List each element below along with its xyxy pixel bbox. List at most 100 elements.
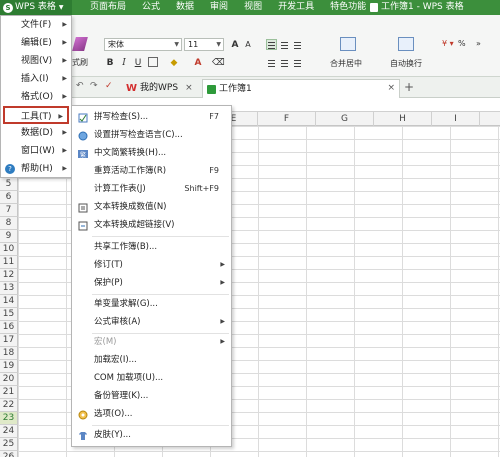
menu-item-file[interactable]: 文件(F) ▶: [1, 16, 71, 34]
menu-item-data[interactable]: 数据(D) ▶: [1, 124, 71, 142]
tab-view[interactable]: 视图: [236, 0, 270, 15]
row-header[interactable]: 24: [0, 425, 18, 438]
row-header[interactable]: 22: [0, 399, 18, 412]
menu-item-edit[interactable]: 编辑(E) ▶: [1, 34, 71, 52]
row-header[interactable]: 7: [0, 204, 18, 217]
menu-backup-manager[interactable]: 备份管理(K)...: [72, 387, 231, 405]
check-icon[interactable]: ✓: [105, 81, 113, 91]
close-icon[interactable]: ×: [387, 80, 395, 97]
font-color-icon[interactable]: A: [192, 57, 204, 69]
align-right-icon[interactable]: [292, 57, 303, 68]
menu-goal-seek[interactable]: 单变量求解(G)...: [72, 295, 231, 313]
tab-data[interactable]: 数据: [168, 0, 202, 15]
row-header[interactable]: 20: [0, 373, 18, 386]
decrease-font-icon[interactable]: A: [242, 39, 254, 51]
menu-share-workbook[interactable]: 共享工作簿(B)...: [72, 238, 231, 256]
auto-wrap-icon[interactable]: [398, 37, 414, 51]
column-header[interactable]: I: [432, 112, 480, 126]
column-header[interactable]: F: [258, 112, 316, 126]
menu-item-format[interactable]: 格式(O) ▶: [1, 88, 71, 106]
menu-item-label: 格式(O): [21, 92, 54, 102]
tab-formulas[interactable]: 公式: [134, 0, 168, 15]
document-title-text: 工作簿1 - WPS 表格: [381, 2, 464, 12]
menu-item-tools[interactable]: 工具(T) ▶: [3, 106, 69, 124]
menu-item-help[interactable]: ? 帮助(H) ▶: [1, 160, 71, 178]
row-header[interactable]: 16: [0, 321, 18, 334]
underline-icon[interactable]: U: [132, 57, 144, 69]
row-header[interactable]: 19: [0, 360, 18, 373]
align-top-left-icon[interactable]: [266, 39, 277, 50]
menu-com-addins[interactable]: COM 加载项(U)...: [72, 369, 231, 387]
undo-icon[interactable]: ↶: [76, 81, 84, 91]
row-header[interactable]: 11: [0, 256, 18, 269]
format-painter-icon[interactable]: [72, 37, 88, 51]
row-header[interactable]: 21: [0, 386, 18, 399]
ribbon-toolbar: 式刷 宋体 ▼ 11 ▼ A A B I U ◆ A ⌫ 合并居中 自动换行 ¥…: [72, 15, 500, 77]
increase-font-icon[interactable]: A: [229, 39, 241, 51]
merge-center-label[interactable]: 合并居中: [330, 58, 362, 69]
row-header[interactable]: 14: [0, 295, 18, 308]
column-header[interactable]: H: [374, 112, 432, 126]
font-name-select[interactable]: 宋体 ▼: [104, 38, 182, 51]
row-header[interactable]: 17: [0, 334, 18, 347]
tools-submenu: 拼写检查(S)... F7 设置拼写检查语言(C)... 繁 中文简繁转换(H)…: [71, 105, 232, 447]
menu-options[interactable]: 选项(O)...: [72, 405, 231, 423]
close-icon[interactable]: ×: [185, 80, 193, 97]
align-left-icon[interactable]: [266, 57, 277, 68]
merge-center-icon[interactable]: [340, 37, 356, 51]
row-header-selected[interactable]: 23: [0, 412, 18, 425]
thousands-icon[interactable]: »: [476, 39, 481, 48]
menu-skin[interactable]: 皮肤(Y)...: [72, 426, 231, 444]
chevron-right-icon: ▶: [62, 165, 67, 172]
menu-formula-audit[interactable]: 公式审核(A) ▶: [72, 313, 231, 331]
menu-revisions[interactable]: 修订(T) ▶: [72, 256, 231, 274]
border-icon[interactable]: [148, 57, 158, 67]
currency-icon[interactable]: ¥ ▾: [442, 39, 454, 48]
row-header[interactable]: 13: [0, 282, 18, 295]
menu-item-window[interactable]: 窗口(W) ▶: [1, 142, 71, 160]
tab-page-layout[interactable]: 页面布局: [82, 0, 134, 15]
menu-item-view[interactable]: 视图(V) ▶: [1, 52, 71, 70]
tab-review[interactable]: 审阅: [202, 0, 236, 15]
font-size-select[interactable]: 11 ▼: [184, 38, 224, 51]
menu-protect[interactable]: 保护(P) ▶: [72, 274, 231, 292]
italic-icon[interactable]: I: [118, 57, 130, 69]
menu-spell-check[interactable]: 拼写检查(S)... F7: [72, 108, 231, 126]
tab-workbook1[interactable]: 工作簿1 ×: [202, 79, 400, 98]
row-header[interactable]: 6: [0, 191, 18, 204]
percent-button[interactable]: %: [458, 39, 466, 48]
wps-menu-button[interactable]: S WPS 表格 ▼: [0, 0, 72, 15]
row-header[interactable]: 9: [0, 230, 18, 243]
fill-color-icon[interactable]: ◆: [168, 57, 180, 69]
clear-format-icon[interactable]: ⌫: [212, 57, 225, 69]
row-header[interactable]: 5: [0, 178, 18, 191]
menu-spell-language[interactable]: 设置拼写检查语言(C)...: [72, 126, 231, 144]
align-center-icon[interactable]: [279, 57, 290, 68]
menu-chinese-convert[interactable]: 繁 中文简繁转换(H)...: [72, 144, 231, 162]
column-header[interactable]: G: [316, 112, 374, 126]
redo-icon[interactable]: ↷: [90, 81, 98, 91]
row-header[interactable]: 10: [0, 243, 18, 256]
menu-addins[interactable]: 加载宏(I)...: [72, 351, 231, 369]
align-top-center-icon[interactable]: [279, 39, 290, 50]
row-header[interactable]: 8: [0, 217, 18, 230]
bold-icon[interactable]: B: [104, 57, 116, 69]
chevron-down-icon: ▼: [174, 41, 179, 48]
menu-text-to-number[interactable]: 文本转换成数值(N): [72, 198, 231, 216]
menu-label: 单变量求解(G)...: [94, 299, 158, 309]
row-header[interactable]: 25: [0, 438, 18, 451]
tab-developer[interactable]: 开发工具: [270, 0, 322, 15]
menu-calc-sheet[interactable]: 计算工作表(J) Shift+F9: [72, 180, 231, 198]
menu-text-to-hyperlink[interactable]: 文本转换成超链接(V): [72, 216, 231, 234]
row-header[interactable]: 12: [0, 269, 18, 282]
menu-recalc-workbook[interactable]: 重算活动工作簿(R) F9: [72, 162, 231, 180]
tab-my-wps[interactable]: W 我的WPS ×: [122, 79, 200, 98]
row-header[interactable]: 18: [0, 347, 18, 360]
menu-item-insert[interactable]: 插入(I) ▶: [1, 70, 71, 88]
row-header[interactable]: 15: [0, 308, 18, 321]
add-tab-icon[interactable]: +: [404, 80, 414, 94]
auto-wrap-label[interactable]: 自动换行: [390, 58, 422, 69]
align-top-right-icon[interactable]: [292, 39, 303, 50]
row-header[interactable]: 26: [0, 451, 18, 457]
tab-special[interactable]: 特色功能: [322, 0, 374, 15]
